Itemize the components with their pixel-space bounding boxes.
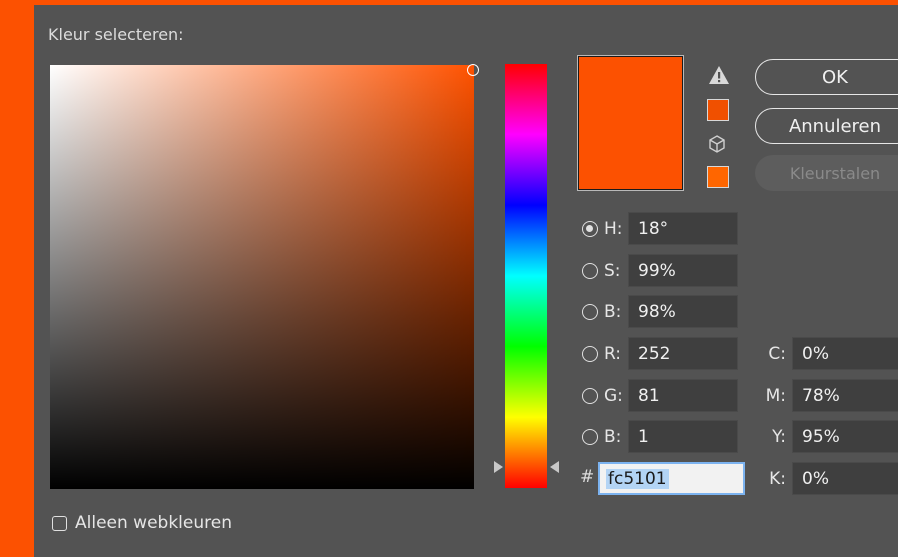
- hex-prefix: #: [580, 467, 595, 487]
- web-colors-only-option[interactable]: Alleen webkleuren: [52, 513, 232, 533]
- label-r: R:: [604, 343, 622, 364]
- dialog-title: Kleur selecteren:: [48, 25, 184, 44]
- label-y: Y:: [772, 426, 786, 447]
- color-field[interactable]: [50, 64, 479, 489]
- web-colors-only-label: Alleen webkleuren: [75, 513, 232, 533]
- hue-slider[interactable]: [505, 64, 547, 488]
- cmyk-row-k: K: 0%: [758, 462, 898, 495]
- label-c: C:: [768, 343, 786, 364]
- color-picker-dialog: Kleur selecteren: OK Annuleren Kleurstal…: [34, 5, 898, 557]
- label-h: H:: [604, 218, 623, 239]
- hex-value: fc5101: [606, 468, 669, 489]
- label-k: K:: [769, 468, 786, 489]
- label-g: G:: [604, 385, 623, 406]
- label-s: S:: [604, 260, 621, 281]
- input-b[interactable]: 98%: [628, 295, 738, 328]
- cmyk-row-m: M: 78%: [758, 379, 898, 412]
- rgb-row-b: B: 1: [582, 420, 738, 453]
- rgb-row-g: G: 81: [582, 379, 738, 412]
- web-safe-swatch[interactable]: [707, 166, 729, 188]
- rgb-row-r: R: 252: [582, 337, 738, 370]
- hue-slider-handle-right[interactable]: [550, 461, 559, 473]
- radio-s[interactable]: [582, 262, 598, 279]
- input-g[interactable]: 81: [628, 379, 738, 412]
- hsb-row-b: B: 98%: [582, 295, 738, 328]
- label-m: M:: [765, 385, 786, 406]
- swatches-button[interactable]: Kleurstalen: [755, 155, 898, 191]
- input-y[interactable]: 95%: [792, 420, 898, 453]
- label-blue: B:: [604, 426, 622, 447]
- current-color-swatch: [577, 55, 684, 191]
- warning-triangle-icon[interactable]: [708, 65, 730, 85]
- label-b: B:: [604, 301, 622, 322]
- gamut-correction-swatch[interactable]: [707, 99, 729, 121]
- input-m[interactable]: 78%: [792, 379, 898, 412]
- input-s[interactable]: 99%: [628, 254, 738, 287]
- input-c[interactable]: 0%: [792, 337, 898, 370]
- cmyk-row-y: Y: 95%: [758, 420, 898, 453]
- radio-r[interactable]: [582, 345, 598, 362]
- radio-blue[interactable]: [582, 428, 598, 445]
- radio-b[interactable]: [582, 303, 598, 320]
- input-h[interactable]: 18°: [628, 212, 738, 245]
- input-blue[interactable]: 1: [628, 420, 738, 453]
- hsb-row-s: S: 99%: [582, 254, 738, 287]
- hue-slider-handle-left[interactable]: [494, 461, 503, 473]
- input-k[interactable]: 0%: [792, 462, 898, 495]
- radio-g[interactable]: [582, 387, 598, 404]
- hex-input[interactable]: fc5101: [598, 462, 745, 495]
- cancel-button[interactable]: Annuleren: [755, 108, 898, 144]
- ok-button[interactable]: OK: [755, 59, 898, 95]
- input-r[interactable]: 252: [628, 337, 738, 370]
- hsb-row-h: H: 18°: [582, 212, 738, 245]
- radio-h[interactable]: [582, 220, 598, 237]
- cmyk-row-c: C: 0%: [758, 337, 898, 370]
- cube-icon[interactable]: [709, 135, 725, 153]
- color-picker-ring[interactable]: [467, 64, 479, 76]
- web-colors-only-checkbox[interactable]: [52, 515, 67, 531]
